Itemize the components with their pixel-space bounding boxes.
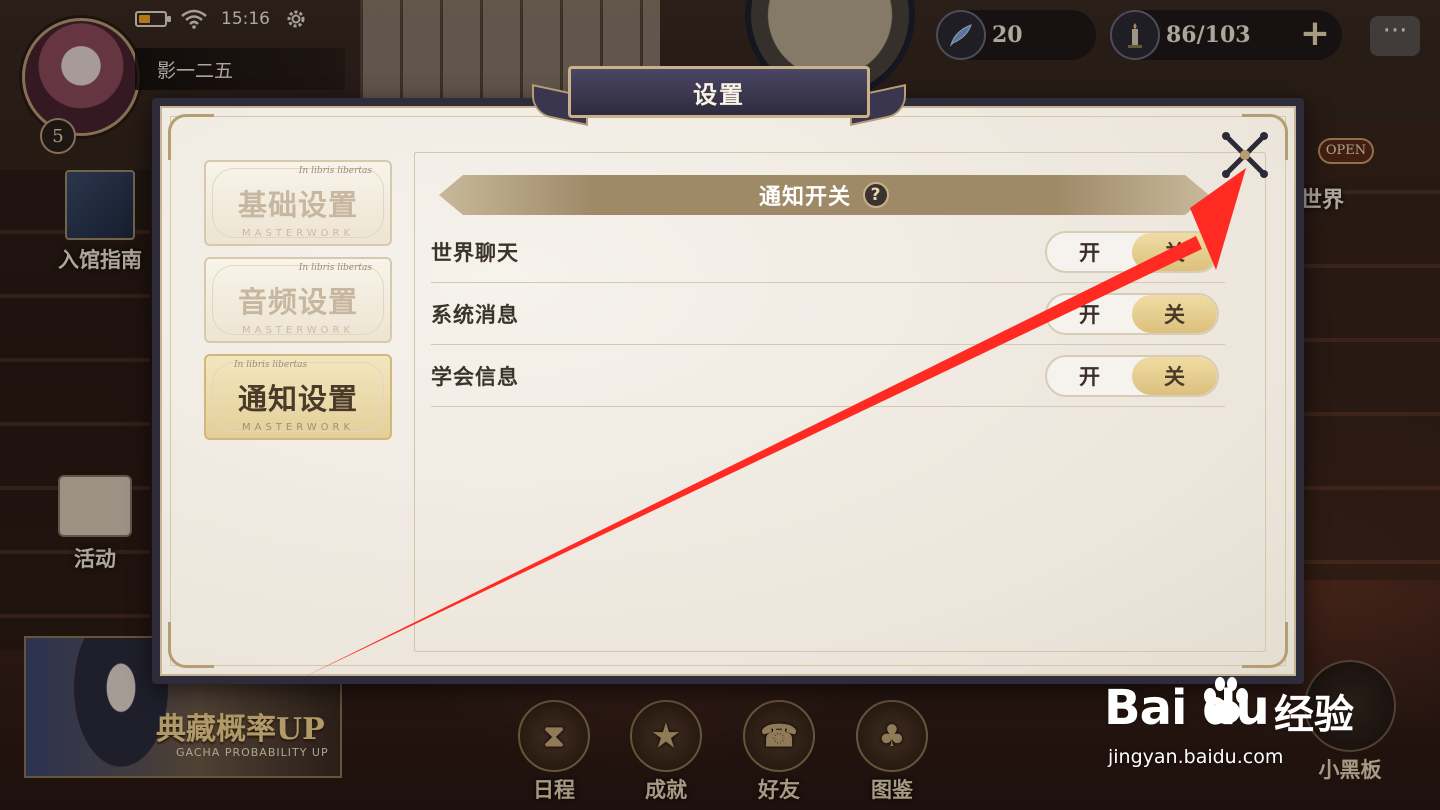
watermark-brand: 经验 xyxy=(1274,691,1354,738)
paw-icon xyxy=(1204,677,1248,724)
tab-audio-settings[interactable]: In libris libertas 音频设置 MASTERWORK xyxy=(204,257,392,343)
baidu-jingyan-watermark: Bai du 经验 jingyan.baidu.com xyxy=(1104,672,1394,782)
tab-subtitle: MASTERWORK xyxy=(241,422,355,433)
row-label: 世界聊天 xyxy=(431,239,519,265)
list-item-system-messages: 系统消息 开 关 xyxy=(431,283,1225,345)
list-item-society-info: 学会信息 开 关 xyxy=(431,345,1225,407)
toggle-on-option[interactable]: 开 xyxy=(1047,233,1132,271)
dialog-title-plate: 设置 xyxy=(532,66,906,132)
watermark-url: jingyan.baidu.com xyxy=(1108,746,1284,768)
section-title: 通知开关 xyxy=(758,184,851,210)
settings-dialog: In libris libertas 基础设置 MASTERWORK In li… xyxy=(152,98,1304,684)
system-messages-toggle[interactable]: 开 关 xyxy=(1045,293,1219,335)
notification-content: 通知开关 ? 世界聊天 开 关 系统消息 开 关 学会信息 开 关 xyxy=(414,152,1266,652)
notification-list: 世界聊天 开 关 系统消息 开 关 学会信息 开 关 xyxy=(431,221,1225,407)
tab-notification-settings[interactable]: In libris libertas 通知设置 MASTERWORK xyxy=(204,354,392,440)
row-label: 系统消息 xyxy=(431,301,519,327)
tab-label: 音频设置 xyxy=(237,285,358,319)
dialog-title: 设置 xyxy=(568,66,870,118)
tab-subtitle: MASTERWORK xyxy=(241,228,355,239)
tab-motto: In libris libertas xyxy=(298,166,372,176)
help-icon[interactable]: ? xyxy=(863,182,889,208)
toggle-on-option[interactable]: 开 xyxy=(1047,295,1132,333)
tab-label: 通知设置 xyxy=(237,382,358,416)
close-icon xyxy=(1222,132,1268,178)
settings-dialog-panel: In libris libertas 基础设置 MASTERWORK In li… xyxy=(160,106,1296,676)
tab-motto: In libris libertas xyxy=(298,263,372,273)
tab-label: 基础设置 xyxy=(237,188,358,222)
world-chat-toggle[interactable]: 开 关 xyxy=(1045,231,1219,273)
section-title-row: 通知开关 ? xyxy=(439,175,1209,215)
ornament-corner xyxy=(168,622,214,668)
toggle-off-option[interactable]: 关 xyxy=(1132,357,1217,395)
close-button[interactable] xyxy=(1218,128,1272,182)
toggle-off-option[interactable]: 关 xyxy=(1132,295,1217,333)
section-header: 通知开关 ? xyxy=(439,175,1209,215)
list-item-world-chat: 世界聊天 开 关 xyxy=(431,221,1225,283)
ornament-corner xyxy=(168,114,214,160)
toggle-on-option[interactable]: 开 xyxy=(1047,357,1132,395)
tab-motto: In libris libertas xyxy=(234,360,308,370)
society-info-toggle[interactable]: 开 关 xyxy=(1045,355,1219,397)
row-label: 学会信息 xyxy=(431,363,519,389)
tab-basic-settings[interactable]: In libris libertas 基础设置 MASTERWORK xyxy=(204,160,392,246)
tab-subtitle: MASTERWORK xyxy=(241,325,355,336)
toggle-off-option[interactable]: 关 xyxy=(1132,233,1217,271)
